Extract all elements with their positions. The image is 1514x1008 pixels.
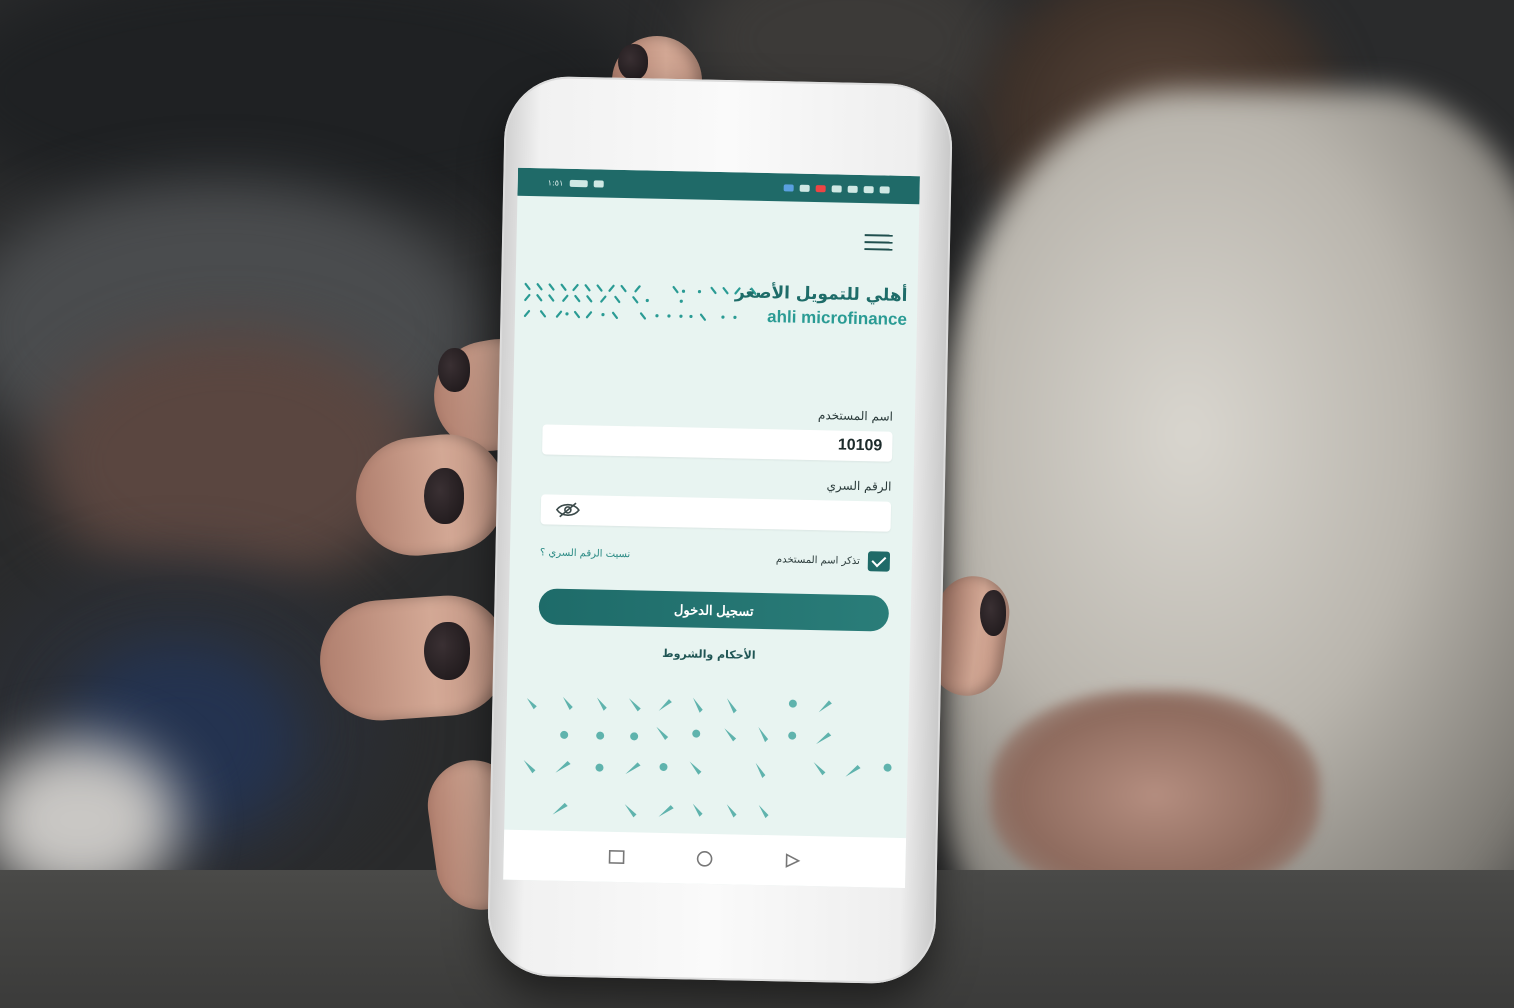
forgot-password-link[interactable]: نسيت الرقم السري ؟: [540, 547, 630, 560]
checkmark-icon[interactable]: [867, 551, 891, 572]
square-icon[interactable]: [607, 848, 625, 866]
mail-icon: [799, 184, 810, 192]
remember-username[interactable]: تذكر اسم المستخدم: [775, 549, 891, 572]
brand-logo: أهلي للتمويل الأصغر ahli microfinance: [734, 282, 908, 330]
battery-icon: [569, 179, 588, 187]
username-label: اسم المستخدم: [817, 408, 894, 424]
navigation-bar: [503, 829, 907, 889]
status-time: ١:٥١: [547, 177, 564, 188]
username-field[interactable]: 10109: [542, 424, 893, 462]
eye-slash-icon[interactable]: [555, 502, 581, 519]
password-label: الرقم السري: [826, 478, 892, 494]
app-screen: ١:٥١ أهلي للتمويل الأصغر ahli microfinan…: [503, 167, 920, 889]
mute-icon: [831, 184, 842, 193]
username-value: 10109: [837, 436, 883, 455]
terms-link[interactable]: الأحكام والشروط: [508, 644, 910, 665]
sim-icon: [879, 185, 890, 194]
remember-label: تذكر اسم المستخدم: [775, 553, 860, 567]
decorative-pattern: [523, 696, 892, 819]
hamburger-menu-icon[interactable]: [864, 229, 893, 251]
wifi-icon: [863, 185, 874, 193]
login-button[interactable]: تسجيل الدخول: [538, 588, 890, 632]
circle-icon[interactable]: [695, 850, 713, 868]
notification-badge-icon: [815, 184, 826, 192]
vibrate-icon: [593, 179, 604, 188]
password-field[interactable]: [540, 494, 892, 532]
triangle-icon[interactable]: [783, 852, 801, 870]
nfc-icon: [847, 185, 858, 193]
app-notification-icon: [783, 183, 794, 192]
brand-pattern-logo: [523, 282, 757, 321]
brand-name-arabic: أهلي للتمويل الأصغر: [734, 282, 908, 306]
brand-name-english: ahli microfinance: [766, 307, 908, 329]
